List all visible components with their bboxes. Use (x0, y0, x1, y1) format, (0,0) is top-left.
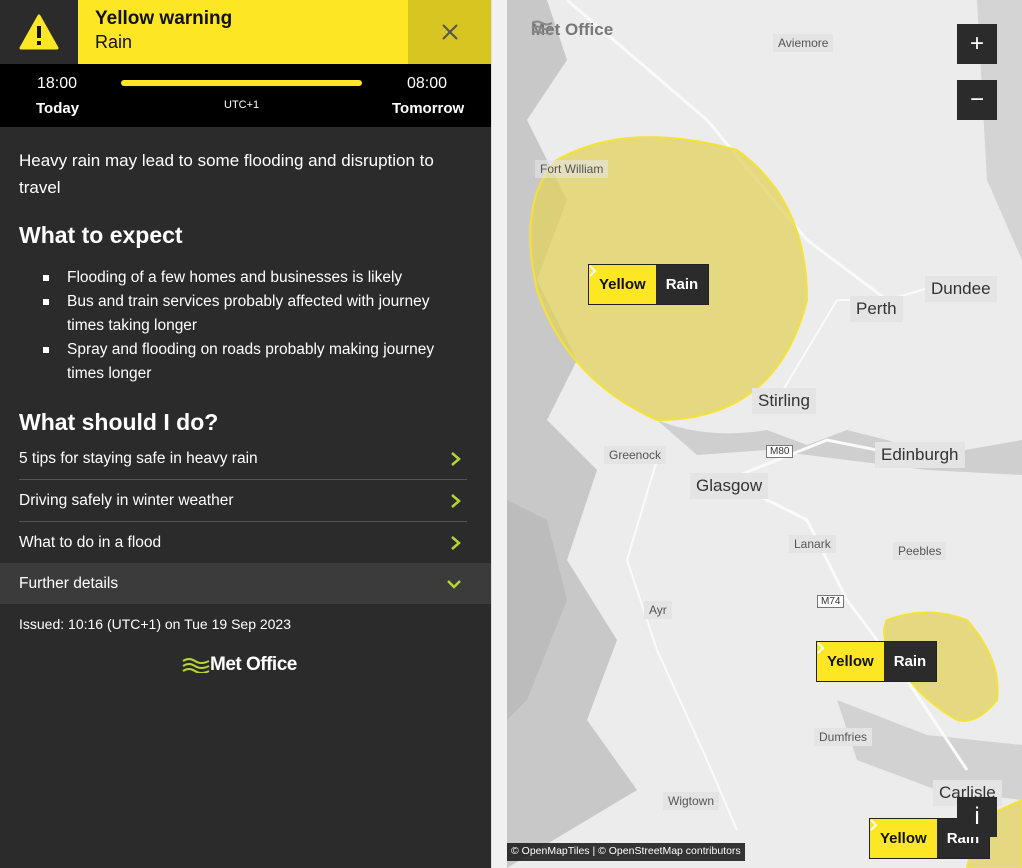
map-base (507, 0, 1022, 868)
map-logo: Met Office (531, 20, 613, 40)
warning-type-text: Rain (665, 276, 699, 293)
start-time: 18:00 (37, 75, 78, 92)
warning-triangle-icon (19, 14, 59, 50)
advice-link-winter-driving[interactable]: Driving safely in winter weather (19, 480, 467, 522)
warning-type-label: Rain (589, 265, 709, 304)
map-attribution[interactable]: © OpenMapTiles | © OpenStreetMap contrib… (507, 843, 745, 861)
list-item: Spray and flooding on roads probably mak… (43, 338, 463, 386)
place-label: Wigtown (663, 792, 720, 810)
place-label: Aviemore (773, 34, 834, 52)
list-item: Flooding of a few homes and businesses i… (43, 266, 463, 290)
timezone-label: UTC+1 (224, 99, 260, 111)
road-label: M80 (766, 445, 794, 458)
met-office-logo-icon (531, 20, 553, 34)
chevron-down-icon (447, 579, 461, 589)
warning-level-label: Yellow (870, 819, 937, 858)
warning-title: Yellow warning (95, 8, 233, 29)
zoom-in-button[interactable]: + (957, 24, 997, 64)
end-time: 08:00 (407, 75, 448, 92)
issued-timestamp: Issued: 10:16 (UTC+1) on Tue 19 Sep 2023 (19, 616, 292, 632)
warning-icon-box (0, 0, 78, 64)
warning-type: Rain (95, 32, 133, 52)
close-icon (441, 24, 458, 40)
place-label: Lanark (789, 535, 836, 553)
end-day: Tomorrow (392, 100, 465, 117)
place-label: Glasgow (690, 473, 769, 499)
warning-area-tag[interactable]: Yellow Rain (588, 264, 710, 305)
warning-map[interactable]: Met Office Aviemore Fort William Perth D… (507, 0, 1022, 868)
warning-header-text: Yellow warning Rain (78, 0, 408, 64)
info-button[interactable]: i (957, 797, 997, 837)
met-office-logo-text: Met Office (210, 654, 297, 675)
place-label: Edinburgh (875, 442, 965, 468)
list-item: Bus and train services probably affected… (43, 290, 463, 338)
validity-timeline: 18:00 Today UTC+1 08:00 Tomorrow (0, 64, 491, 127)
close-button[interactable] (408, 0, 491, 64)
chevron-right-icon (870, 819, 878, 831)
zoom-out-button[interactable]: − (957, 80, 997, 120)
place-label: Peebles (893, 542, 947, 560)
road-label: M74 (817, 595, 845, 608)
chevron-right-icon (589, 265, 597, 277)
further-details-toggle[interactable]: Further details (0, 563, 491, 604)
warning-panel: Yellow warning Rain 18:00 Today UTC+1 08… (0, 0, 491, 868)
chevron-right-icon (817, 642, 825, 654)
panel-scrollbar[interactable] (491, 0, 507, 868)
what-should-i-do-heading: What should I do? (19, 409, 219, 435)
further-details-label: Further details (19, 574, 119, 592)
advice-link-label: What to do in a flood (19, 534, 162, 551)
place-label: Dundee (925, 276, 997, 302)
timeline-bar (121, 80, 362, 86)
warning-type-label: Rain (817, 642, 937, 681)
chevron-right-icon (445, 448, 467, 470)
warning-level-label: Yellow (817, 642, 884, 681)
chevron-right-icon (445, 490, 467, 512)
place-label: Greenock (604, 446, 667, 464)
met-office-logo: Met Office (182, 654, 297, 676)
place-label: Stirling (752, 388, 816, 414)
advice-link-label: Driving safely in winter weather (19, 491, 234, 509)
chevron-right-icon (445, 532, 467, 554)
advice-link-safe-in-rain[interactable]: 5 tips for staying safe in heavy rain (19, 438, 467, 480)
warning-summary: Heavy rain may lead to some flooding and… (19, 151, 434, 197)
place-label: Ayr (644, 601, 672, 619)
expect-list: Flooding of a few homes and businesses i… (43, 266, 463, 386)
what-to-expect-heading: What to expect (19, 222, 183, 248)
warning-header: Yellow warning Rain (0, 0, 491, 64)
place-label: Dumfries (814, 728, 873, 746)
start-day: Today (36, 100, 80, 117)
warning-area-tag[interactable]: Yellow Rain (816, 641, 938, 682)
met-office-logo-icon (182, 658, 210, 673)
warning-type-text: Rain (893, 653, 927, 670)
app: Yellow warning Rain 18:00 Today UTC+1 08… (0, 0, 1022, 868)
warning-level-label: Yellow (589, 265, 656, 304)
place-label: Perth (850, 296, 903, 322)
advice-link-flood[interactable]: What to do in a flood (19, 522, 467, 564)
advice-link-label: 5 tips for staying safe in heavy rain (19, 449, 258, 467)
place-label: Fort William (535, 160, 609, 178)
